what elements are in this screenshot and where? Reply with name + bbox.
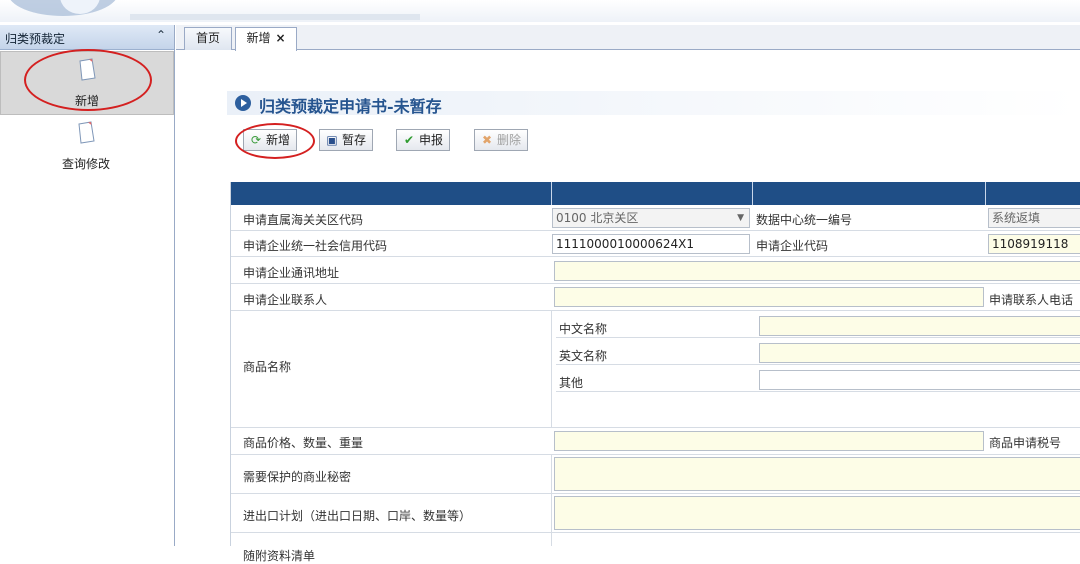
sidebar-item-label: 查询修改 — [61, 157, 110, 171]
header-band — [986, 182, 1080, 205]
en-name-label: 英文名称 — [559, 349, 608, 363]
sidebar-header: 归类预裁定 ⌃ — [0, 25, 174, 50]
cn-name-field[interactable] — [759, 316, 1080, 336]
other-label: 其他 — [559, 376, 584, 390]
import-export-plan-label: 进出口计划（进出口日期、口岸、数量等） — [243, 509, 472, 523]
close-icon[interactable]: × — [275, 31, 285, 45]
form-row: 申请直属海关关区代码 0100 北京关区 ▼ 数据中心统一编号 系统返填 — [231, 205, 1080, 231]
enterprise-code-label: 申请企业代码 — [756, 239, 829, 253]
application-form: 申请直属海关关区代码 0100 北京关区 ▼ 数据中心统一编号 系统返填 申请企… — [230, 182, 1080, 563]
save-button[interactable]: ▣ 暂存 — [319, 129, 374, 151]
credit-code-label: 申请企业统一社会信用代码 — [243, 239, 388, 253]
form-row: 需要保护的商业秘密 — [231, 455, 1080, 494]
delete-button-label: 删除 — [497, 133, 522, 147]
form-row: 申请企业统一社会信用代码 1111000010000624X1 申请企业代码 1… — [231, 231, 1080, 257]
credit-code-field[interactable]: 1111000010000624X1 — [552, 234, 750, 254]
dropdown-arrow-icon: ▼ — [737, 213, 744, 223]
save-button-label: 暂存 — [342, 133, 367, 147]
divider — [551, 533, 552, 546]
price-label: 商品价格、数量、重量 — [243, 436, 364, 450]
price-field[interactable] — [554, 431, 984, 451]
delete-button[interactable]: ✖ 删除 — [474, 129, 529, 151]
customs-label: 申请直属海关关区代码 — [243, 213, 364, 227]
credit-code-value: 1111000010000624X1 — [556, 237, 695, 251]
left-sidebar: 归类预裁定 ⌃ 新增 查询修改 — [0, 25, 175, 546]
header-band — [231, 182, 552, 205]
customs-select[interactable]: 0100 北京关区 ▼ — [552, 208, 750, 228]
page-title: 归类预裁定申请书-未暂存 — [259, 97, 442, 116]
divider — [556, 364, 1080, 365]
cn-name-label: 中文名称 — [559, 322, 608, 336]
sidebar-item-query-modify[interactable]: 查询修改 — [0, 115, 172, 177]
highlight-circle — [235, 123, 315, 159]
banner-logo-decoration — [0, 0, 130, 22]
header-band — [753, 182, 986, 205]
highlight-circle — [24, 49, 152, 111]
divider — [551, 311, 552, 427]
tab-label: 首页 — [195, 31, 220, 45]
arrow-circle-icon — [235, 95, 251, 111]
trade-secret-label: 需要保护的商业秘密 — [243, 470, 352, 484]
form-title-bar: 归类预裁定申请书-未暂存 — [227, 91, 1080, 116]
data-center-label: 数据中心统一编号 — [756, 213, 853, 227]
tab-add[interactable]: 新增 × — [235, 27, 297, 51]
data-center-field[interactable]: 系统返填 — [988, 208, 1080, 228]
contact-field[interactable] — [554, 287, 984, 307]
banner-divider — [130, 14, 420, 20]
form-row: 进出口计划（进出口日期、口岸、数量等） — [231, 494, 1080, 533]
sidebar-title: 归类预裁定 — [5, 32, 66, 46]
double-chevron-up-icon[interactable]: ⌃ — [156, 28, 166, 42]
divider — [551, 455, 552, 493]
floppy-disk-icon: ▣ — [326, 133, 338, 147]
goods-name-label: 商品名称 — [243, 360, 292, 374]
trade-secret-field[interactable] — [554, 457, 1080, 491]
customs-value: 0100 北京关区 — [556, 211, 639, 225]
form-row: 商品价格、数量、重量 商品申请税号 — [231, 428, 1080, 455]
top-banner — [0, 0, 1080, 22]
divider — [556, 337, 1080, 338]
divider — [551, 494, 552, 532]
import-export-plan-field[interactable] — [554, 496, 1080, 530]
divider — [556, 391, 1080, 392]
contact-label: 申请企业联系人 — [243, 293, 328, 307]
header-band — [552, 182, 753, 205]
en-name-field[interactable] — [759, 343, 1080, 363]
other-field[interactable] — [759, 370, 1080, 390]
tab-label: 新增 — [246, 31, 271, 45]
tab-home[interactable]: 首页 — [184, 27, 232, 50]
goods-name-block: 商品名称 中文名称 英文名称 其他 — [231, 311, 1080, 428]
attachments-label: 随附资料清单 — [243, 549, 316, 563]
data-center-value: 系统返填 — [992, 211, 1041, 225]
delete-x-icon: ✖ — [481, 133, 493, 147]
checkmark-icon: ✔ — [403, 133, 415, 147]
address-field[interactable] — [554, 261, 1080, 281]
tab-strip: 首页 新增 × — [176, 25, 1080, 51]
address-label: 申请企业通讯地址 — [243, 266, 340, 280]
main-panel: 首页 新增 × 归类预裁定申请书-未暂存 ⟳ 新增 ▣ 暂存 ✔ 申报 ✖ 删除 … — [176, 25, 1080, 563]
contact-phone-label: 申请联系人电话 — [989, 293, 1074, 307]
tax-number-label: 商品申请税号 — [989, 436, 1062, 450]
enterprise-code-value: 1108919118 — [992, 237, 1069, 251]
form-row: 申请企业通讯地址 — [231, 257, 1080, 284]
declare-button[interactable]: ✔ 申报 — [396, 129, 451, 151]
form-row — [231, 533, 1080, 546]
enterprise-code-field[interactable]: 1108919118 — [988, 234, 1080, 254]
form-row: 申请企业联系人 申请联系人电话 — [231, 284, 1080, 311]
document-icon — [78, 121, 95, 144]
declare-button-label: 申报 — [419, 133, 444, 147]
